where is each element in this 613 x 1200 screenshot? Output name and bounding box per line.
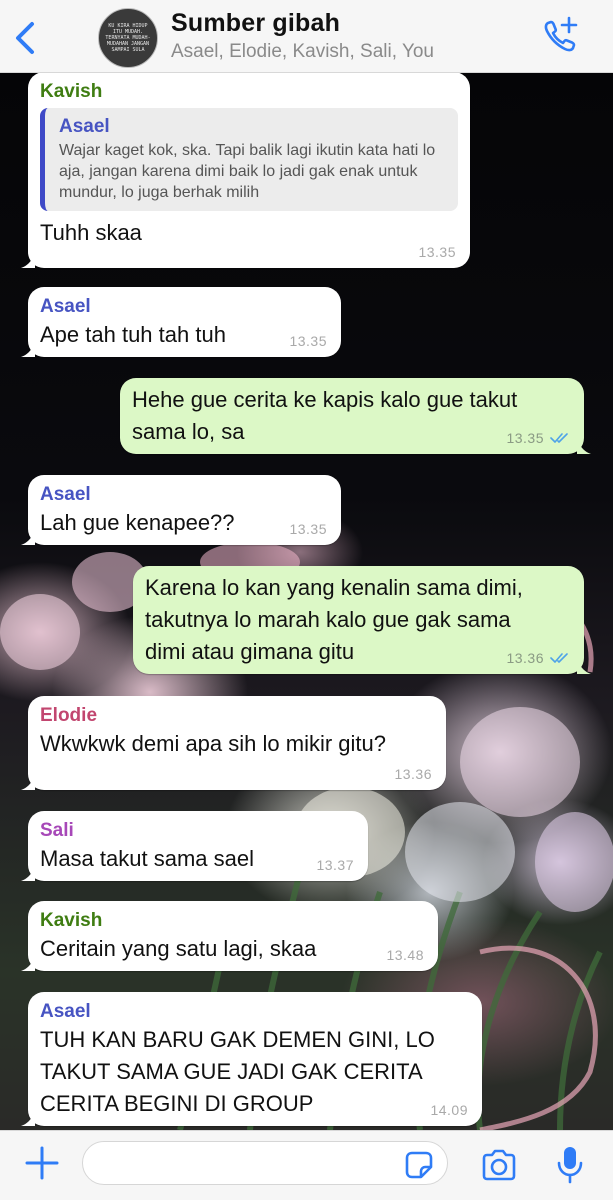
message-bubble[interactable]: Elodie Wkwkwk demi apa sih lo mikir gitu… — [21, 696, 446, 790]
message-time: 13.36 — [506, 650, 544, 666]
read-receipt-icon — [550, 433, 568, 443]
message-text: Wkwkwk demi apa sih lo mikir gitu? — [40, 731, 386, 756]
chat-header: KU KIRA HIDUP ITU MUDAH. TERNYATA MUDAH-… — [0, 0, 613, 73]
back-button[interactable] — [10, 18, 40, 58]
message-text: Ape tah tuh tah tuh — [40, 322, 226, 347]
message-time: 13.35 — [506, 430, 544, 446]
quoted-message[interactable]: Asael Wajar kaget kok, ska. Tapi balik l… — [40, 108, 458, 211]
message-time: 13.35 — [289, 521, 327, 537]
chat-background: Kavish Asael Wajar kaget kok, ska. Tapi … — [0, 72, 613, 1130]
message-time: 13.37 — [316, 857, 354, 873]
message-bubble[interactable]: Asael Ape tah tuh tah tuh 13.35 — [21, 287, 341, 357]
camera-icon — [482, 1149, 516, 1181]
message-bubble[interactable]: Karena lo kan yang kenalin sama dimi, ta… — [133, 566, 591, 674]
message-time: 13.35 — [418, 244, 456, 260]
avatar-caption: KU KIRA HIDUP ITU MUDAH. TERNYATA MUDAH-… — [105, 23, 151, 53]
message-bubble[interactable]: Kavish Ceritain yang satu lagi, skaa 13.… — [21, 901, 438, 971]
message-sender[interactable]: Asael — [40, 1000, 470, 1024]
bubble-tail — [21, 254, 35, 268]
chat-title-block[interactable]: Sumber gibah Asael, Elodie, Kavish, Sali… — [171, 9, 434, 63]
message-composer — [0, 1130, 613, 1200]
chevron-left-icon — [16, 22, 34, 54]
message-text: TUH KAN BARU GAK DEMEN GINI, LO TAKUT SA… — [40, 1027, 435, 1116]
message-input-box[interactable] — [82, 1141, 448, 1185]
add-call-button[interactable] — [540, 14, 582, 56]
voice-message-button[interactable] — [555, 1145, 585, 1185]
quoted-sender: Asael — [59, 116, 110, 137]
message-sender[interactable]: Asael — [40, 483, 329, 507]
message-sender[interactable]: Elodie — [40, 704, 434, 728]
bubble-tail — [577, 660, 591, 674]
camera-button[interactable] — [480, 1148, 518, 1182]
message-bubble[interactable]: Asael Lah gue kenapee?? 13.35 — [21, 475, 341, 545]
quoted-text: Wajar kaget kok, ska. Tapi balik lagi ik… — [59, 142, 436, 201]
message-text: Lah gue kenapee?? — [40, 510, 235, 535]
attach-button[interactable] — [24, 1145, 60, 1181]
bubble-tail — [577, 440, 591, 454]
bubble-tail — [21, 776, 35, 790]
message-sender[interactable]: Asael — [40, 295, 329, 319]
message-bubble[interactable]: Kavish Asael Wajar kaget kok, ska. Tapi … — [21, 72, 470, 268]
message-bubble[interactable]: Hehe gue cerita ke kapis kalo gue takut … — [120, 378, 591, 454]
message-bubble[interactable]: Asael TUH KAN BARU GAK DEMEN GINI, LO TA… — [21, 992, 482, 1126]
sticker-button[interactable] — [404, 1150, 434, 1180]
message-sender[interactable]: Kavish — [40, 909, 426, 933]
microphone-icon — [557, 1147, 583, 1184]
message-text: Masa takut sama sael — [40, 846, 254, 871]
bubble-tail — [21, 531, 35, 545]
group-avatar[interactable]: KU KIRA HIDUP ITU MUDAH. TERNYATA MUDAH-… — [98, 8, 158, 68]
chat-title: Sumber gibah — [171, 9, 341, 37]
message-sender[interactable]: Sali — [40, 819, 356, 843]
bubble-tail — [21, 957, 35, 971]
message-time: 13.48 — [386, 947, 424, 963]
message-text: Ceritain yang satu lagi, skaa — [40, 936, 317, 961]
message-text: Tuhh skaa — [40, 220, 142, 245]
add-call-icon — [544, 16, 578, 52]
message-time: 13.35 — [289, 333, 327, 349]
message-input[interactable] — [97, 1142, 401, 1184]
message-time: 14.09 — [430, 1102, 468, 1118]
plus-icon — [25, 1146, 59, 1180]
read-receipt-icon — [550, 653, 568, 663]
bubble-tail — [21, 343, 35, 357]
message-sender[interactable]: Kavish — [40, 80, 458, 104]
chat-participants: Asael, Elodie, Kavish, Sali, You — [171, 41, 435, 62]
message-bubble[interactable]: Sali Masa takut sama sael 13.37 — [21, 811, 368, 881]
bubble-tail — [21, 1112, 35, 1126]
message-time: 13.36 — [394, 766, 432, 782]
bubble-tail — [21, 867, 35, 881]
sticker-icon — [405, 1151, 433, 1179]
